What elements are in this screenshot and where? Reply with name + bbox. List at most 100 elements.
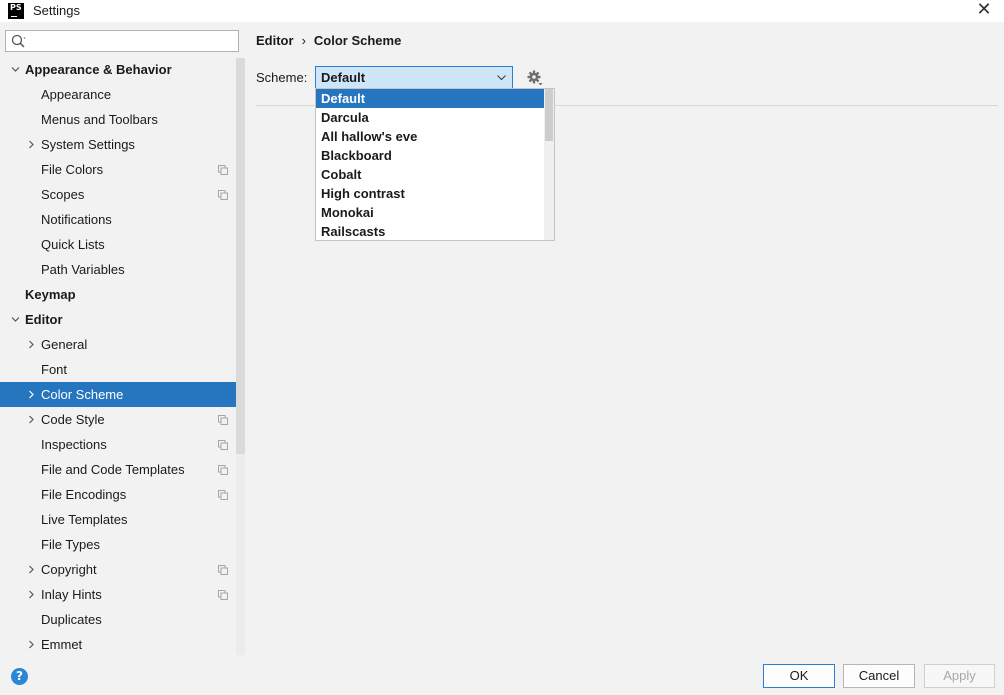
sidebar-item[interactable]: Editor <box>0 307 245 332</box>
phpstorm-app-icon: PS <box>8 3 24 19</box>
sidebar-item-label: File Colors <box>41 162 104 177</box>
project-scope-icon <box>218 590 228 600</box>
scheme-option[interactable]: Darcula <box>316 108 544 127</box>
gear-icon[interactable] <box>526 69 544 87</box>
scheme-option[interactable]: High contrast <box>316 184 544 203</box>
dropdown-scrollbar[interactable] <box>544 89 554 240</box>
scheme-option[interactable]: All hallow's eve <box>316 127 544 146</box>
chevron-right-icon[interactable] <box>27 390 36 399</box>
project-scope-icon <box>218 440 228 450</box>
chevron-down-icon[interactable] <box>11 65 20 74</box>
sidebar-item-label: Code Style <box>41 412 105 427</box>
sidebar-item[interactable]: Live Templates <box>0 507 245 532</box>
sidebar-item[interactable]: Notifications <box>0 207 245 232</box>
sidebar-item[interactable]: Path Variables <box>0 257 245 282</box>
apply-button[interactable]: Apply <box>924 664 995 688</box>
project-scope-icon <box>218 490 228 500</box>
sidebar-item-label: Path Variables <box>41 262 125 277</box>
sidebar-item-label: File and Code Templates <box>41 462 185 477</box>
sidebar-item[interactable]: File Encodings <box>0 482 245 507</box>
tree-scrollbar[interactable] <box>236 58 245 655</box>
sidebar-item-label: Inlay Hints <box>41 587 102 602</box>
search-input[interactable] <box>32 31 236 51</box>
sidebar-item-label: Inspections <box>41 437 107 452</box>
close-icon[interactable]: ✕ <box>974 1 994 21</box>
chevron-right-icon[interactable] <box>27 640 36 649</box>
sidebar-item-label: Duplicates <box>41 612 102 627</box>
settings-tree: Appearance & Behavior Appearance Menus and… <box>0 57 245 655</box>
sidebar-item[interactable]: Copyright <box>0 557 245 582</box>
sidebar-item[interactable]: File and Code Templates <box>0 457 245 482</box>
help-icon[interactable]: ? <box>11 668 28 685</box>
tree-scrollbar-thumb[interactable] <box>236 58 245 454</box>
project-scope-icon <box>218 165 228 175</box>
sidebar-item-label: General <box>41 337 88 352</box>
sidebar-item[interactable]: Color Scheme <box>0 382 245 407</box>
project-scope-icon <box>218 565 228 575</box>
sidebar-item[interactable]: Appearance <box>0 82 245 107</box>
sidebar-item[interactable]: Quick Lists <box>0 232 245 257</box>
scheme-option[interactable]: Cobalt <box>316 165 544 184</box>
chevron-right-icon[interactable] <box>27 590 36 599</box>
sidebar-item-label: Emmet <box>41 637 83 652</box>
breadcrumb-parent[interactable]: Editor <box>256 33 294 48</box>
scheme-combobox[interactable]: Default <box>315 66 513 89</box>
scheme-dropdown-list[interactable]: Railscasts Monokai High contrast Cobalt Blac… <box>315 88 555 241</box>
sidebar-item[interactable]: Appearance & Behavior <box>0 57 245 82</box>
sidebar-item-label: Font <box>41 362 68 377</box>
sidebar-item-label: System Settings <box>41 137 135 152</box>
sidebar-item-label: Notifications <box>41 212 112 227</box>
sidebar-item[interactable]: Inlay Hints <box>0 582 245 607</box>
dialog-footer: ? OK Cancel Apply <box>0 655 1004 695</box>
chevron-right-icon[interactable] <box>27 565 36 574</box>
project-scope-icon <box>218 465 228 475</box>
sidebar-item-label: Editor <box>25 312 63 327</box>
sidebar-item[interactable]: Menus and Toolbars <box>0 107 245 132</box>
sidebar-item-label: Appearance & Behavior <box>25 62 172 77</box>
cancel-button[interactable]: Cancel <box>843 664 915 688</box>
ok-button[interactable]: OK <box>763 664 835 688</box>
scheme-option[interactable]: Monokai <box>316 203 544 222</box>
sidebar-item-label: Keymap <box>25 287 76 302</box>
scheme-option[interactable]: Railscasts <box>316 222 544 240</box>
sidebar-item[interactable]: System Settings <box>0 132 245 157</box>
project-scope-icon <box>218 190 228 200</box>
title-bar: PS Settings ✕ <box>0 0 1004 22</box>
breadcrumb: Editor › Color Scheme <box>256 33 401 48</box>
search-icon <box>11 34 26 48</box>
sidebar-item[interactable]: Duplicates <box>0 607 245 632</box>
chevron-down-icon[interactable] <box>11 315 20 324</box>
sidebar-item-label: Copyright <box>41 562 97 577</box>
sidebar-item[interactable]: Font <box>0 357 245 382</box>
dropdown-scrollbar-thumb[interactable] <box>545 89 553 141</box>
scheme-option[interactable]: Default <box>316 89 544 108</box>
chevron-right-icon[interactable] <box>27 140 36 149</box>
chevron-down-icon <box>497 75 506 81</box>
window-title: Settings <box>33 3 80 18</box>
scheme-selected-value: Default <box>321 70 366 85</box>
chevron-right-icon[interactable] <box>27 340 36 349</box>
breadcrumb-current: Color Scheme <box>313 33 402 48</box>
sidebar-item[interactable]: Keymap <box>0 282 245 307</box>
sidebar-item-label: Color Scheme <box>41 387 124 402</box>
search-field[interactable] <box>5 30 239 52</box>
sidebar-item[interactable]: File Colors <box>0 157 245 182</box>
sidebar-item-label: File Encodings <box>41 487 127 502</box>
sidebar-item[interactable]: Inspections <box>0 432 245 457</box>
sidebar-item[interactable]: General <box>0 332 245 357</box>
sidebar-item[interactable]: Emmet <box>0 632 245 655</box>
breadcrumb-separator: › <box>301 33 306 48</box>
sidebar-item-label: Menus and Toolbars <box>41 112 158 127</box>
sidebar-item-label: Quick Lists <box>41 237 105 252</box>
scheme-option[interactable]: Blackboard <box>316 146 544 165</box>
chevron-right-icon[interactable] <box>27 415 36 424</box>
sidebar-item[interactable]: File Types <box>0 532 245 557</box>
sidebar-item-label: Scopes <box>41 187 85 202</box>
scheme-label: Scheme: <box>256 70 308 85</box>
project-scope-icon <box>218 415 228 425</box>
sidebar-item[interactable]: Scopes <box>0 182 245 207</box>
sidebar-item[interactable]: Code Style <box>0 407 245 432</box>
settings-sidebar: Appearance & Behavior Appearance Menus and… <box>0 22 245 655</box>
sidebar-item-label: Appearance <box>41 87 112 102</box>
sidebar-item-label: File Types <box>41 537 101 552</box>
